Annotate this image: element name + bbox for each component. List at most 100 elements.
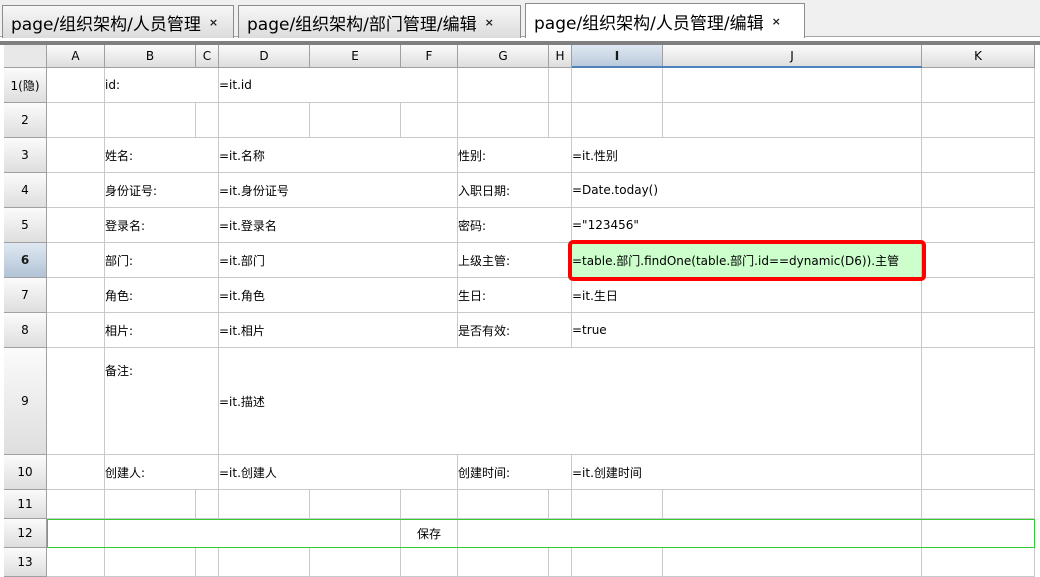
select-all-corner[interactable] bbox=[4, 45, 47, 68]
cell-i10[interactable]: =it.创建时间 bbox=[572, 455, 922, 490]
cell-k6[interactable] bbox=[922, 243, 1035, 278]
row-header-11[interactable]: 11 bbox=[4, 490, 47, 519]
cell-i5[interactable]: ="123456" bbox=[572, 208, 922, 243]
cell-b10[interactable]: 创建人: bbox=[105, 455, 219, 490]
cell-h1[interactable] bbox=[549, 68, 572, 103]
cell-b6[interactable]: 部门: bbox=[105, 243, 219, 278]
cell-h13[interactable] bbox=[549, 548, 572, 577]
cell-f2[interactable] bbox=[401, 103, 458, 138]
tab-department-edit[interactable]: page/组织架构/部门管理/编辑 × bbox=[238, 5, 521, 38]
row-header-6[interactable]: 6 bbox=[4, 243, 47, 278]
row-header-2[interactable]: 2 bbox=[4, 103, 47, 138]
cell-i13[interactable] bbox=[572, 548, 663, 577]
row-header-8[interactable]: 8 bbox=[4, 313, 47, 348]
cell-a1[interactable] bbox=[47, 68, 105, 103]
cell-a8[interactable] bbox=[47, 313, 105, 348]
cell-g12[interactable] bbox=[458, 519, 922, 548]
cell-c13[interactable] bbox=[196, 548, 219, 577]
cell-k11[interactable] bbox=[922, 490, 1035, 519]
cell-k12[interactable] bbox=[922, 519, 1035, 548]
cell-h11[interactable] bbox=[549, 490, 572, 519]
cell-k1[interactable] bbox=[922, 68, 1035, 103]
cell-k13[interactable] bbox=[922, 548, 1035, 577]
cell-b5[interactable]: 登录名: bbox=[105, 208, 219, 243]
cell-a3[interactable] bbox=[47, 138, 105, 173]
cell-a2[interactable] bbox=[47, 103, 105, 138]
cell-k7[interactable] bbox=[922, 278, 1035, 313]
cell-d6[interactable]: =it.部门 bbox=[219, 243, 458, 278]
cell-g11[interactable] bbox=[458, 490, 549, 519]
cell-b2[interactable] bbox=[105, 103, 196, 138]
cell-a5[interactable] bbox=[47, 208, 105, 243]
cell-g1[interactable] bbox=[458, 68, 549, 103]
cell-g3[interactable]: 性别: bbox=[458, 138, 572, 173]
cell-d8[interactable]: =it.相片 bbox=[219, 313, 458, 348]
cell-e13[interactable] bbox=[310, 548, 401, 577]
column-header-f[interactable]: F bbox=[401, 45, 458, 68]
column-header-a[interactable]: A bbox=[47, 45, 105, 68]
cell-j11[interactable] bbox=[663, 490, 922, 519]
cell-g2[interactable] bbox=[458, 103, 549, 138]
cell-g6[interactable]: 上级主管: bbox=[458, 243, 572, 278]
cell-e2[interactable] bbox=[310, 103, 401, 138]
column-header-b[interactable]: B bbox=[105, 45, 196, 68]
column-header-d[interactable]: D bbox=[219, 45, 310, 68]
close-icon[interactable]: × bbox=[209, 16, 218, 29]
cell-h2[interactable] bbox=[549, 103, 572, 138]
cell-k2[interactable] bbox=[922, 103, 1035, 138]
cell-a6[interactable] bbox=[47, 243, 105, 278]
cell-g8[interactable]: 是否有效: bbox=[458, 313, 572, 348]
column-header-j[interactable]: J bbox=[663, 45, 922, 68]
cell-b9[interactable]: 备注: bbox=[105, 348, 219, 455]
tab-personnel-edit[interactable]: page/组织架构/人员管理/编辑 × bbox=[525, 3, 805, 38]
cell-b11[interactable] bbox=[105, 490, 196, 519]
cell-d3[interactable]: =it.名称 bbox=[219, 138, 458, 173]
cell-d7[interactable]: =it.角色 bbox=[219, 278, 458, 313]
cell-a10[interactable] bbox=[47, 455, 105, 490]
cell-d5[interactable]: =it.登录名 bbox=[219, 208, 458, 243]
cell-k9[interactable] bbox=[922, 348, 1035, 455]
column-header-i[interactable]: I bbox=[572, 45, 663, 68]
cell-d9[interactable]: =it.描述 bbox=[219, 348, 922, 455]
cell-c2[interactable] bbox=[196, 103, 219, 138]
cell-i4[interactable]: =Date.today() bbox=[572, 173, 922, 208]
row-header-3[interactable]: 3 bbox=[4, 138, 47, 173]
cell-a7[interactable] bbox=[47, 278, 105, 313]
column-header-c[interactable]: C bbox=[196, 45, 219, 68]
row-header-7[interactable]: 7 bbox=[4, 278, 47, 313]
cell-a9[interactable] bbox=[47, 348, 105, 455]
tab-personnel-management[interactable]: page/组织架构/人员管理 × bbox=[2, 5, 234, 38]
cell-g13[interactable] bbox=[458, 548, 549, 577]
column-header-h[interactable]: H bbox=[549, 45, 572, 68]
cell-b13[interactable] bbox=[105, 548, 196, 577]
cell-j1[interactable] bbox=[663, 68, 922, 103]
cell-i1[interactable] bbox=[572, 68, 663, 103]
cell-k8[interactable] bbox=[922, 313, 1035, 348]
cell-j2[interactable] bbox=[663, 103, 922, 138]
cell-k4[interactable] bbox=[922, 173, 1035, 208]
cell-a13[interactable] bbox=[47, 548, 105, 577]
cell-k10[interactable] bbox=[922, 455, 1035, 490]
cell-k3[interactable] bbox=[922, 138, 1035, 173]
cell-e11[interactable] bbox=[310, 490, 401, 519]
cell-a12[interactable] bbox=[47, 519, 105, 548]
cell-i3[interactable]: =it.性别 bbox=[572, 138, 922, 173]
cell-i6[interactable]: =table.部门.findOne(table.部门.id==dynamic(D… bbox=[572, 243, 922, 278]
cell-c11[interactable] bbox=[196, 490, 219, 519]
cell-d4[interactable]: =it.身份证号 bbox=[219, 173, 458, 208]
row-header-12[interactable]: 12 bbox=[4, 519, 47, 548]
cell-g5[interactable]: 密码: bbox=[458, 208, 572, 243]
row-header-10[interactable]: 10 bbox=[4, 455, 47, 490]
row-header-4[interactable]: 4 bbox=[4, 173, 47, 208]
cell-d10[interactable]: =it.创建人 bbox=[219, 455, 458, 490]
column-header-k[interactable]: K bbox=[922, 45, 1035, 68]
cell-j13[interactable] bbox=[663, 548, 922, 577]
row-header-9[interactable]: 9 bbox=[4, 348, 47, 455]
cell-i2[interactable] bbox=[572, 103, 663, 138]
close-icon[interactable]: × bbox=[772, 15, 781, 28]
cell-b3[interactable]: 姓名: bbox=[105, 138, 219, 173]
cell-b7[interactable]: 角色: bbox=[105, 278, 219, 313]
column-header-e[interactable]: E bbox=[310, 45, 401, 68]
row-header-1[interactable]: 1(隐) bbox=[4, 68, 47, 103]
cell-a4[interactable] bbox=[47, 173, 105, 208]
